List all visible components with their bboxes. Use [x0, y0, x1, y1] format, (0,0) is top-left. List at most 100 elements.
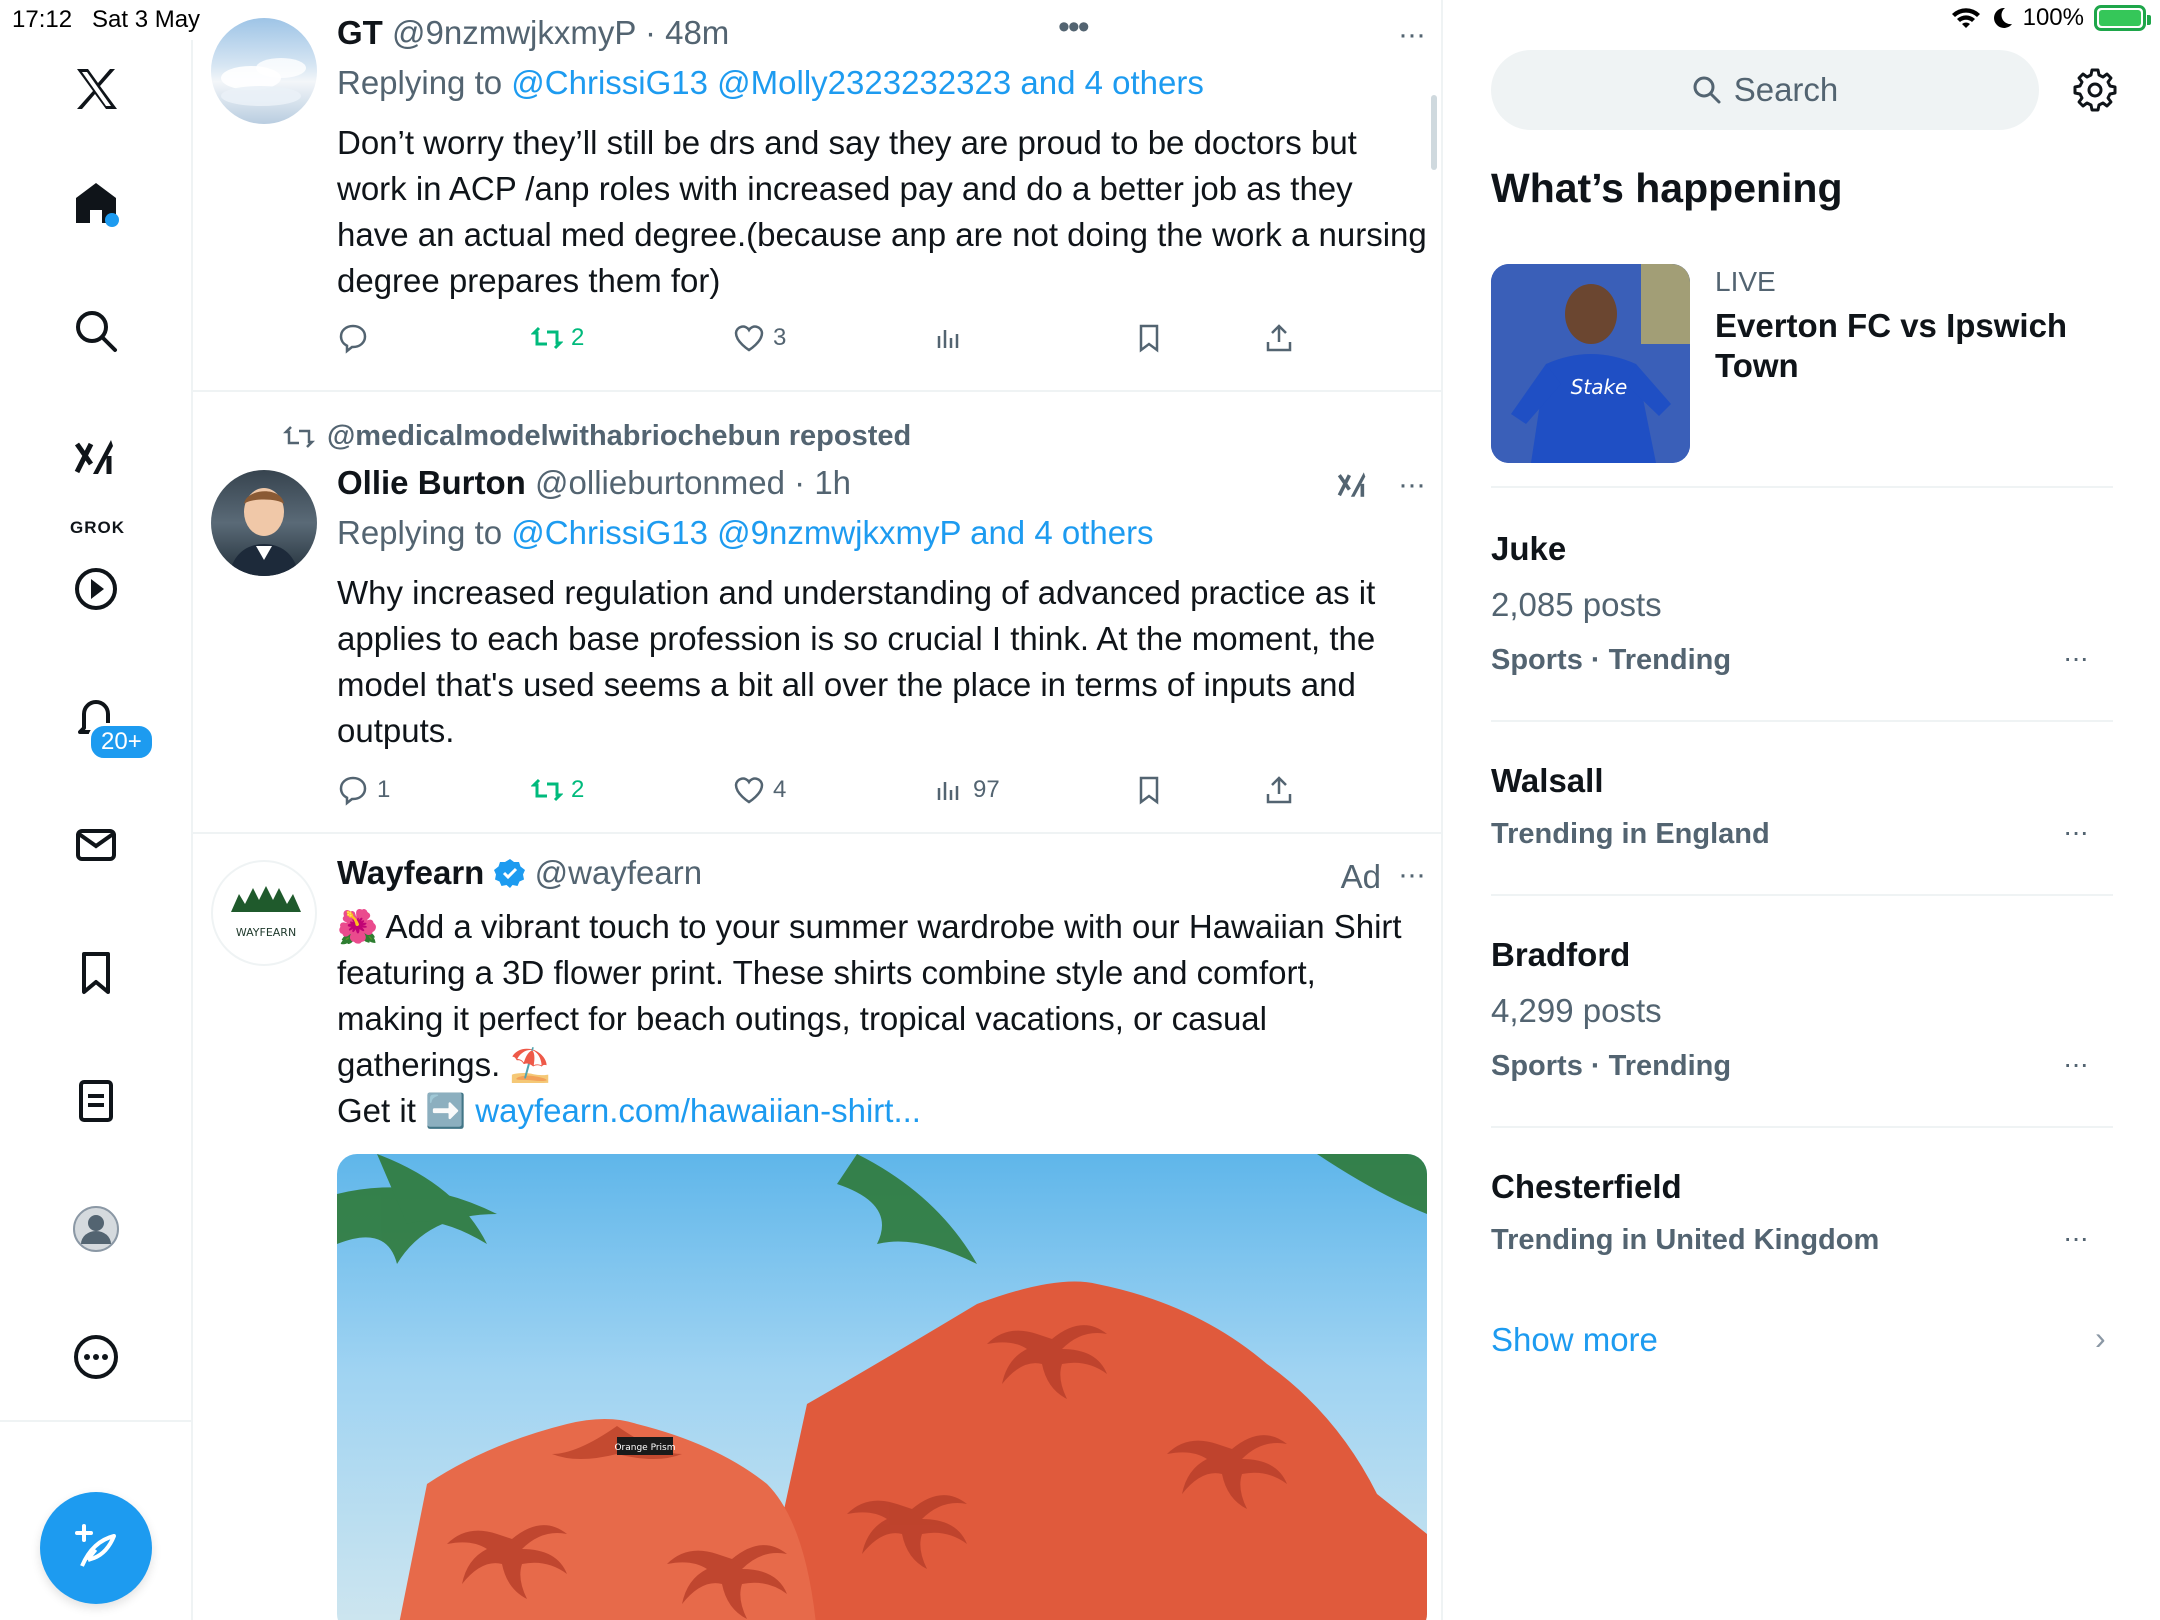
- post-time: · 48m: [644, 14, 730, 51]
- ad-label: Ad: [1340, 858, 1381, 895]
- trend-more-button[interactable]: ···: [2063, 1048, 2089, 1080]
- replying-to: Replying to @ChrissiG13 @9nzmwjkxmyP and…: [337, 514, 1154, 552]
- divider: [1491, 1126, 2113, 1128]
- trend-post-count: 4,299 posts: [1491, 992, 1662, 1029]
- tweet-text: 🌺 Add a vibrant touch to your summer war…: [337, 904, 1427, 1134]
- x-logo-icon[interactable]: [55, 48, 137, 130]
- replying-to-users-link[interactable]: @ChrissiG13 @Molly2323232323 and 4 other…: [511, 64, 1204, 101]
- views-button[interactable]: 97: [933, 774, 1000, 806]
- trend-more-button[interactable]: ···: [2063, 1222, 2089, 1254]
- like-count: 4: [773, 776, 787, 803]
- views-button[interactable]: [933, 322, 973, 354]
- trend-context: Sports · Trending: [1491, 1050, 1732, 1082]
- more-options-icon[interactable]: [55, 1316, 137, 1398]
- trend-name[interactable]: Walsall: [1491, 762, 1604, 800]
- like-button[interactable]: 3: [733, 322, 786, 354]
- views-count: 97: [973, 776, 1000, 803]
- bookmark-button[interactable]: [1133, 774, 1165, 806]
- lists-icon[interactable]: [55, 1060, 137, 1142]
- wifi-icon: [1951, 8, 1980, 28]
- status-date: Sat 3 May: [92, 6, 201, 33]
- divider: [1491, 486, 2113, 488]
- heart-icon: [734, 777, 764, 804]
- views-chart-icon: [937, 782, 959, 800]
- grok-icon[interactable]: [55, 418, 137, 500]
- trend-name[interactable]: Chesterfield: [1491, 1168, 1682, 1206]
- replying-to-users-link[interactable]: @ChrissiG13 @9nzmwjkxmyP and 4 others: [511, 514, 1153, 551]
- feed-scrollbar[interactable]: [1431, 95, 1437, 170]
- author-name[interactable]: Wayfearn: [337, 854, 484, 891]
- bookmark-button[interactable]: [1133, 322, 1165, 354]
- grok-explain-icon[interactable]: [1335, 468, 1371, 509]
- trend-name[interactable]: Bradford: [1491, 936, 1630, 974]
- status-indicators: 100%: [1951, 4, 2151, 32]
- whats-happening-title: What’s happening: [1491, 165, 1843, 211]
- repost-button[interactable]: 2: [531, 774, 584, 806]
- profile-avatar-icon[interactable]: [55, 1188, 137, 1270]
- trend-more-button[interactable]: ···: [2063, 816, 2089, 848]
- avatar-wayfearn[interactable]: WAYFEARN: [211, 860, 317, 966]
- bookmark-icon: [1139, 776, 1159, 805]
- search-input[interactable]: Search: [1491, 50, 2039, 130]
- author-name[interactable]: Ollie Burton: [337, 464, 526, 501]
- bookmarks-icon[interactable]: [55, 932, 137, 1014]
- battery-icon: [2094, 5, 2151, 31]
- trend-name[interactable]: Juke: [1491, 530, 1566, 568]
- tweet-gt[interactable]: GT @9nzmwjkxmyP · 48m ··· Replying to @C…: [193, 0, 1441, 392]
- live-image-sponsor-text: Stake: [1571, 375, 1628, 399]
- live-event-image[interactable]: Stake: [1491, 264, 1690, 463]
- ad-image-hawaiian-shirts[interactable]: Orange Prism: [337, 1154, 1427, 1620]
- tweet-more-button[interactable]: ···: [1398, 858, 1426, 892]
- settings-gear-icon[interactable]: [2071, 66, 2119, 114]
- compose-post-button[interactable]: [40, 1492, 152, 1604]
- search-icon[interactable]: [55, 290, 137, 372]
- reposted-by: @medicalmodelwithabriochebun reposted: [283, 420, 911, 453]
- messages-envelope-icon[interactable]: [55, 804, 137, 886]
- repost-button[interactable]: 2: [531, 322, 584, 354]
- author-handle[interactable]: @wayfearn: [535, 854, 702, 891]
- tweet-more-button[interactable]: ···: [1398, 18, 1426, 52]
- search-icon: [1693, 76, 1721, 104]
- reply-button[interactable]: 1: [337, 774, 390, 806]
- reply-count: 1: [377, 776, 391, 803]
- shirt-tag-text: Orange Prism: [614, 1443, 675, 1453]
- tweet-more-button[interactable]: ···: [1398, 468, 1426, 502]
- chevron-right-icon: ›: [2095, 1320, 2106, 1356]
- wayfearn-logo-text: WAYFEARN: [236, 926, 296, 939]
- tweet-header: Wayfearn @wayfearn: [337, 854, 702, 892]
- show-more-link[interactable]: Show more: [1491, 1321, 1658, 1359]
- live-event-title[interactable]: Everton FC vs Ipswich Town: [1715, 306, 2135, 386]
- home-icon[interactable]: [55, 162, 137, 244]
- trend-post-count: 2,085 posts: [1491, 586, 1662, 623]
- author-handle[interactable]: @ollieburtonmed: [535, 464, 785, 501]
- status-time: 17:12: [12, 6, 73, 33]
- arrow-emoji: ➡️: [425, 1092, 467, 1129]
- avatar-ollie-burton[interactable]: [211, 470, 317, 576]
- reply-icon: [339, 324, 367, 354]
- ad-link[interactable]: wayfearn.com/hawaiian-shirt...: [475, 1092, 921, 1129]
- trend-more-button[interactable]: ···: [2063, 642, 2089, 674]
- compose-quill-icon: [75, 1524, 116, 1567]
- tweet-actions: 1 2 4 97: [337, 774, 1337, 814]
- reposted-by-text[interactable]: @medicalmodelwithabriochebun reposted: [327, 420, 911, 453]
- author-handle[interactable]: @9nzmwjkxmyP: [392, 14, 636, 51]
- share-button[interactable]: [1263, 774, 1295, 806]
- tweet-text: Why increased regulation and understandi…: [337, 574, 1376, 749]
- tweet-header: Ollie Burton @ollieburtonmed · 1h: [337, 464, 851, 502]
- author-name[interactable]: GT: [337, 14, 383, 51]
- tweet-header: GT @9nzmwjkxmyP · 48m: [337, 14, 729, 52]
- avatar-gt[interactable]: [211, 18, 317, 124]
- repost-count: 2: [571, 324, 585, 351]
- repost-icon: [531, 778, 563, 802]
- reply-button[interactable]: [337, 322, 377, 354]
- video-play-icon[interactable]: [55, 548, 137, 630]
- post-time: · 1h: [794, 464, 852, 501]
- replying-to: Replying to @ChrissiG13 @Molly2323232323…: [337, 64, 1204, 102]
- like-button[interactable]: 4: [733, 774, 786, 806]
- share-button[interactable]: [1263, 322, 1295, 354]
- search-placeholder: Search: [1733, 71, 1839, 108]
- grok-label: GROK: [70, 518, 125, 537]
- left-nav: GROK 20+: [0, 40, 193, 1620]
- repost-count: 2: [571, 776, 585, 803]
- tweet-ollie-burton[interactable]: @medicalmodelwithabriochebun reposted Ol…: [193, 392, 1441, 834]
